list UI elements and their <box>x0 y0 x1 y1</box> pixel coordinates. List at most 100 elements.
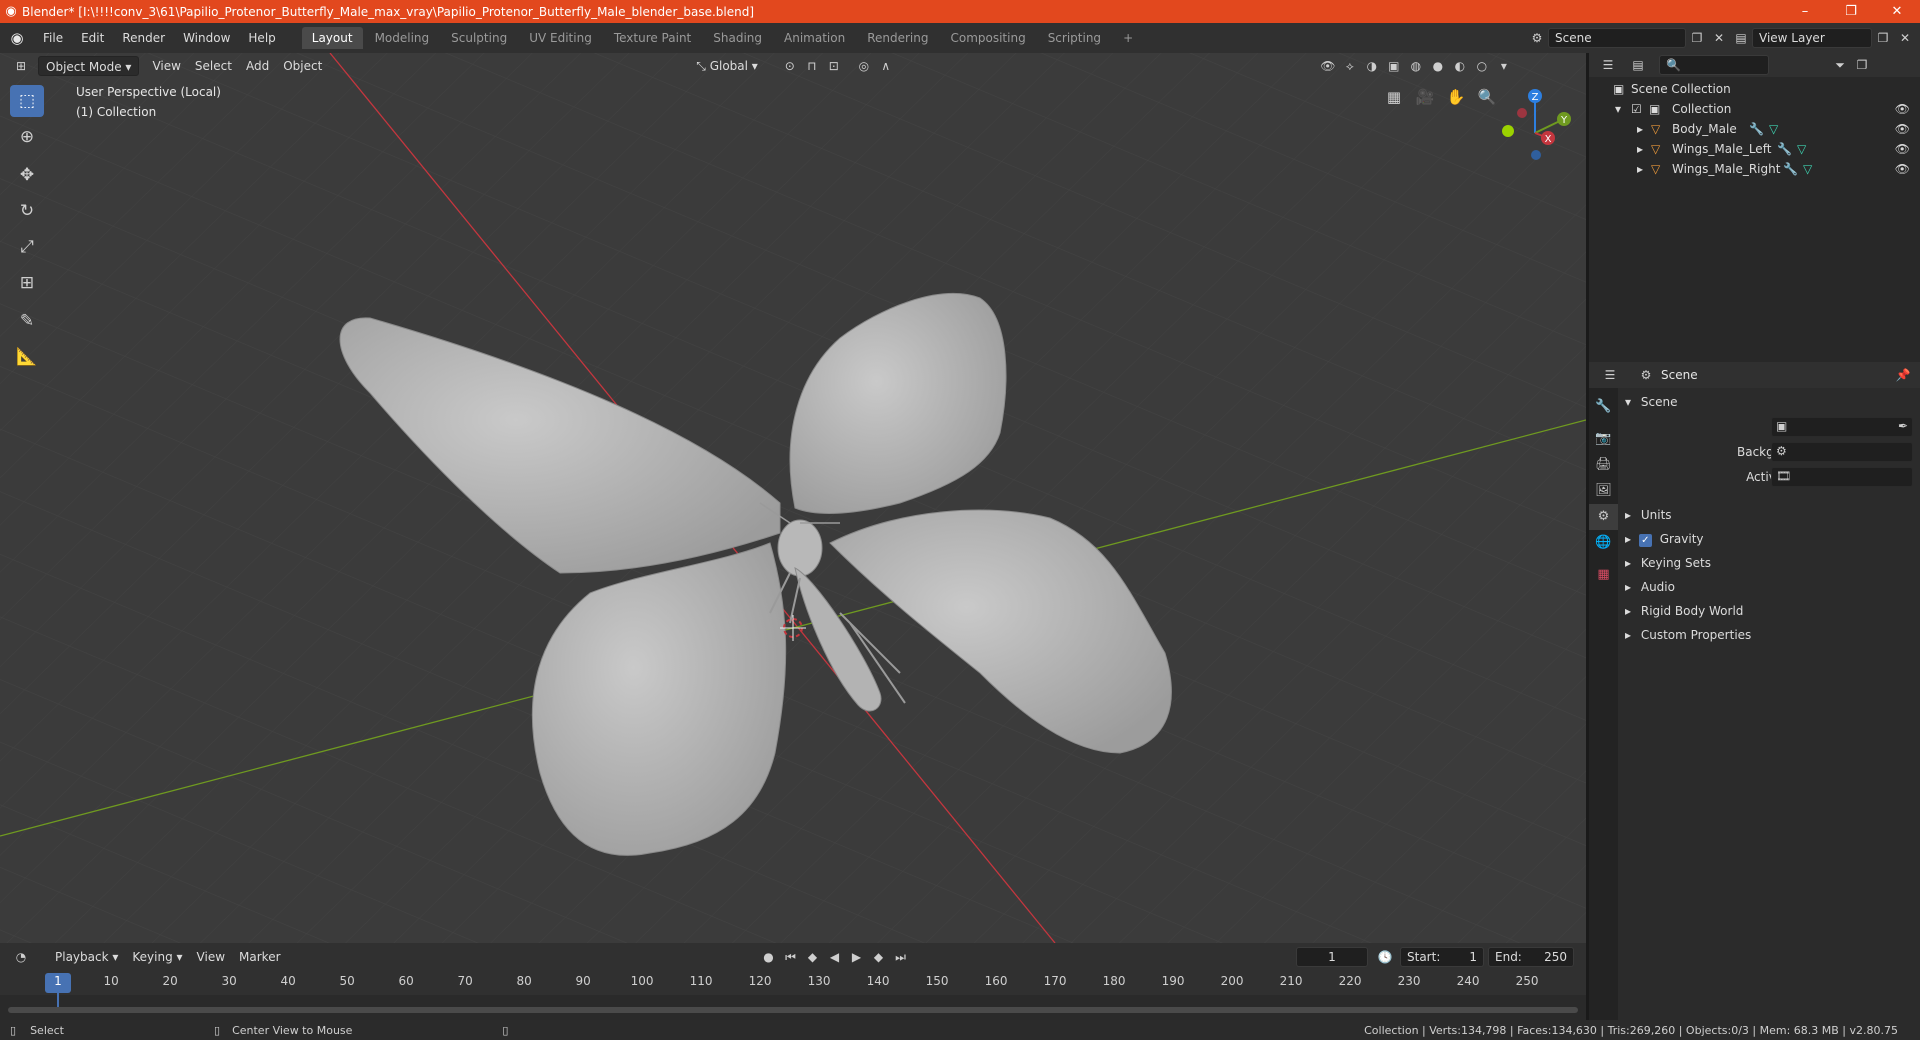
collection-checkbox[interactable]: ☑ <box>1631 99 1642 119</box>
toggle-camera-grid-icon[interactable]: ▦ <box>1380 83 1408 111</box>
next-keyframe-icon[interactable]: ◆ <box>868 947 890 967</box>
clock-icon[interactable]: 🕓 <box>1374 947 1396 967</box>
viewport-menu-add[interactable]: Add <box>239 56 276 76</box>
outliner-editor-type-icon[interactable]: ☰ <box>1597 55 1619 75</box>
tab-shading[interactable]: Shading <box>703 27 772 49</box>
camera-view-icon[interactable]: 🎥 <box>1411 83 1439 111</box>
menu-window[interactable]: Window <box>174 23 239 53</box>
move-tool-icon[interactable]: ✥ <box>10 159 44 191</box>
prev-keyframe-icon[interactable]: ◆ <box>802 947 824 967</box>
tab-modeling[interactable]: Modeling <box>365 27 440 49</box>
audio-panel-header[interactable]: ▸ Audio <box>1625 577 1915 597</box>
cursor-tool-icon[interactable]: ⊕ <box>10 121 44 153</box>
expand-chevron-icon[interactable]: ▾ <box>1615 99 1621 119</box>
timeline-editor-type-icon[interactable]: ◔ <box>10 947 32 967</box>
tab-scripting[interactable]: Scripting <box>1038 27 1111 49</box>
tab-sculpting[interactable]: Sculpting <box>441 27 517 49</box>
timeline-scrollbar[interactable] <box>8 1007 1578 1013</box>
view-layer-selector[interactable]: View Layer <box>1752 28 1872 48</box>
menu-help[interactable]: Help <box>239 23 284 53</box>
new-view-layer-icon[interactable]: ❐ <box>1872 28 1894 48</box>
play-icon[interactable]: ▶ <box>846 947 868 967</box>
pin-icon[interactable]: 📌 <box>1892 365 1914 385</box>
tab-uv-editing[interactable]: UV Editing <box>519 27 602 49</box>
3d-viewport[interactable]: Z Y X ⊞ Object Mode ▾ View Select Add Ob… <box>0 53 1586 943</box>
menu-edit[interactable]: Edit <box>72 23 113 53</box>
properties-editor-type-icon[interactable]: ☰ <box>1599 365 1621 385</box>
gizmo-toggle-icon[interactable]: ⟡ <box>1339 56 1361 76</box>
outliner-object-wings-left[interactable]: ▸ ▽ Wings_Male_Left 🔧 ▽ 👁 <box>1589 139 1920 159</box>
timeline-view-menu[interactable]: View <box>190 947 232 967</box>
close-button[interactable]: ✕ <box>1874 0 1920 23</box>
pivot-point-icon[interactable]: ⊙ <box>779 56 801 76</box>
new-scene-icon[interactable]: ❐ <box>1686 28 1708 48</box>
tab-layout[interactable]: Layout <box>301 27 363 49</box>
tab-texture-paint[interactable]: Texture Paint <box>604 27 701 49</box>
blender-menu-icon[interactable]: ◉ <box>0 29 34 47</box>
tab-compositing[interactable]: Compositing <box>940 27 1035 49</box>
scene-selector[interactable]: Scene <box>1548 28 1686 48</box>
timeline-ruler[interactable]: 1 10 20 30 40 50 60 70 80 90 100 110 120 130 140 150 160… <box>0 971 1586 1013</box>
wireframe-shading-icon[interactable]: ◍ <box>1405 56 1427 76</box>
jump-end-icon[interactable]: ⏭ <box>890 947 912 967</box>
zoom-view-icon[interactable]: 🔍 <box>1473 83 1501 111</box>
object-visibility-eye-icon[interactable]: 👁 <box>1895 139 1910 159</box>
viewport-menu-view[interactable]: View <box>145 56 187 76</box>
annotate-tool-icon[interactable]: ✎ <box>10 305 44 337</box>
proportional-edit-icon[interactable]: ◎ <box>853 56 875 76</box>
expand-arrow-icon[interactable]: ▸ <box>1637 159 1643 179</box>
record-icon[interactable]: ● <box>758 947 780 967</box>
transform-tool-icon[interactable]: ⊞ <box>10 267 44 299</box>
object-mode-dropdown[interactable]: Object Mode ▾ <box>38 56 140 76</box>
scene-panel-header[interactable]: ▾ Scene <box>1625 392 1915 412</box>
butterfly-thorax[interactable] <box>777 519 823 577</box>
expand-arrow-icon[interactable]: ▸ <box>1637 139 1643 159</box>
play-reverse-icon[interactable]: ◀ <box>824 947 846 967</box>
gravity-panel-header[interactable]: ▸ ✓ Gravity <box>1625 529 1915 549</box>
outliner-object-body-male[interactable]: ▸ ▽ Body_Male 🔧 ▽ 👁 <box>1589 119 1920 139</box>
editor-type-icon[interactable]: ⊞ <box>10 56 32 76</box>
solid-shading-icon[interactable]: ● <box>1427 56 1449 76</box>
tab-animation[interactable]: Animation <box>774 27 855 49</box>
scale-tool-icon[interactable]: ⤢ <box>10 231 44 263</box>
outliner-search-input[interactable]: 🔍 <box>1659 55 1769 75</box>
tab-rendering[interactable]: Rendering <box>857 27 938 49</box>
viewport-canvas[interactable]: Z Y X <box>0 53 1586 943</box>
tool-properties-tab-icon[interactable]: 🔧 <box>1589 394 1618 420</box>
rotate-tool-icon[interactable]: ↻ <box>10 195 44 227</box>
camera-field[interactable]: ▣ ✒ <box>1771 417 1913 437</box>
visibility-icon[interactable]: 👁 <box>1317 56 1339 76</box>
object-visibility-eye-icon[interactable]: 👁 <box>1895 119 1910 139</box>
falloff-icon[interactable]: ∧ <box>875 56 897 76</box>
overlay-toggle-icon[interactable]: ◑ <box>1361 56 1383 76</box>
current-frame-field[interactable]: 1 <box>1296 947 1368 967</box>
world-properties-tab-icon[interactable]: 🌐 <box>1589 530 1618 556</box>
viewport-menu-object[interactable]: Object <box>276 56 329 76</box>
pan-view-hand-icon[interactable]: ✋ <box>1442 83 1470 111</box>
marker-menu[interactable]: Marker <box>232 947 287 967</box>
snap-target-icon[interactable]: ⊡ <box>823 56 845 76</box>
transform-orientation-dropdown[interactable]: ⤡ Global ▾ <box>689 56 765 76</box>
minimize-button[interactable]: – <box>1782 0 1828 23</box>
render-properties-tab-icon[interactable]: 📷 <box>1589 426 1618 452</box>
keying-sets-panel-header[interactable]: ▸ Keying Sets <box>1625 553 1915 573</box>
menu-file[interactable]: File <box>34 23 72 53</box>
shading-options-icon[interactable]: ▾ <box>1493 56 1515 76</box>
scene-icon[interactable]: ⚙ <box>1526 28 1548 48</box>
jump-start-icon[interactable]: ⏮ <box>780 947 802 967</box>
start-frame-field[interactable]: Start: 1 <box>1400 947 1484 967</box>
delete-scene-icon[interactable]: ✕ <box>1708 28 1730 48</box>
gravity-checkbox[interactable]: ✓ <box>1638 534 1652 547</box>
end-frame-field[interactable]: End: 250 <box>1488 947 1574 967</box>
select-box-tool-icon[interactable]: ⬚ <box>10 85 44 117</box>
display-mode-icon[interactable]: ▤ <box>1627 55 1649 75</box>
outliner-object-wings-right[interactable]: ▸ ▽ Wings_Male_Right 🔧 ▽ 👁 <box>1589 159 1920 179</box>
units-panel-header[interactable]: ▸ Units <box>1625 505 1915 525</box>
xray-toggle-icon[interactable]: ▣ <box>1383 56 1405 76</box>
view-layer-properties-tab-icon[interactable]: 🖼 <box>1589 478 1618 504</box>
measure-tool-icon[interactable]: 📐 <box>10 341 44 373</box>
material-shading-icon[interactable]: ◐ <box>1449 56 1471 76</box>
custom-properties-panel-header[interactable]: ▸ Custom Properties <box>1625 625 1915 645</box>
background-scene-field[interactable]: ⚙ <box>1771 442 1913 462</box>
menu-render[interactable]: Render <box>113 23 174 53</box>
